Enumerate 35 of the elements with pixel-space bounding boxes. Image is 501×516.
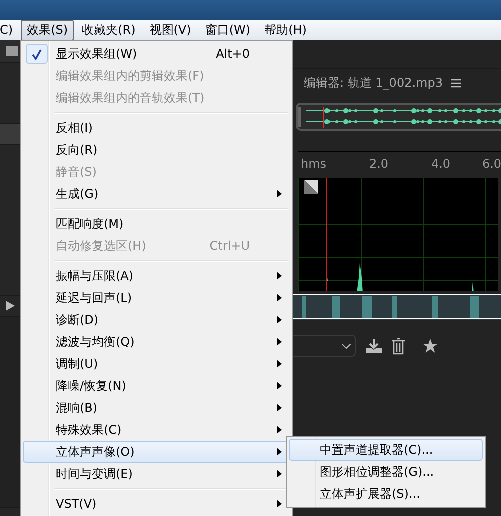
menu-item[interactable]: 反相(I) [23, 117, 290, 139]
menu-item[interactable]: 立体声扩展器(S)... [289, 483, 483, 505]
menu-item[interactable]: 延迟与回声(L) [23, 287, 290, 309]
menu-item[interactable]: VST(V) [23, 493, 290, 515]
menu-item[interactable]: 时间与变调(E) [23, 463, 290, 485]
menu-icon[interactable] [450, 78, 461, 88]
star-icon[interactable] [423, 339, 438, 353]
download-icon[interactable] [366, 339, 382, 353]
menu-item[interactable]: 混响(B) [23, 397, 290, 419]
menu-item[interactable]: 降噪/恢复(N) [23, 375, 290, 397]
menu-bar-item[interactable]: 窗口(W) [199, 20, 257, 40]
menu-bar-item[interactable]: 视图(V) [144, 20, 198, 40]
ruler-label: 4.0 [431, 157, 451, 171]
menu-bar-item[interactable]: 收藏夹(R) [76, 20, 142, 40]
menu-item[interactable]: 调制(U) [23, 353, 290, 375]
trash-icon[interactable] [392, 338, 405, 354]
play-icon[interactable] [6, 301, 15, 311]
ruler-label: hms [300, 157, 327, 171]
chevron-down-icon [342, 344, 351, 348]
menu-item[interactable]: 中置声道提取器(C)... [289, 439, 483, 461]
menu-bar-item[interactable]: C) [0, 21, 20, 39]
menu-item[interactable]: 匹配响度(M) [23, 213, 290, 235]
ruler-label: 6.0 [482, 157, 501, 171]
menu-bar-item[interactable]: 效果(S) [21, 20, 74, 40]
menu-item[interactable]: 生成(G) [23, 183, 290, 205]
menu-item[interactable]: 特殊效果(C) [23, 419, 290, 441]
menu-item[interactable]: 反向(R) [23, 139, 290, 161]
editor-tab-title[interactable]: 编辑器: 轨道 1_002.mp3 [304, 74, 443, 92]
menu-item[interactable]: 振幅与压限(A) [23, 265, 290, 287]
ruler-label: 2.0 [369, 157, 389, 171]
menu-item[interactable]: 图形相位调整器(G)... [289, 461, 483, 483]
menu-item[interactable]: 滤波与均衡(Q) [23, 331, 290, 353]
menu-bar-item[interactable]: 帮助(H) [258, 20, 313, 40]
menu-item[interactable]: 诊断(D) [23, 309, 290, 331]
menu-item[interactable]: 显示效果组(W) Alt+0 [23, 43, 290, 65]
